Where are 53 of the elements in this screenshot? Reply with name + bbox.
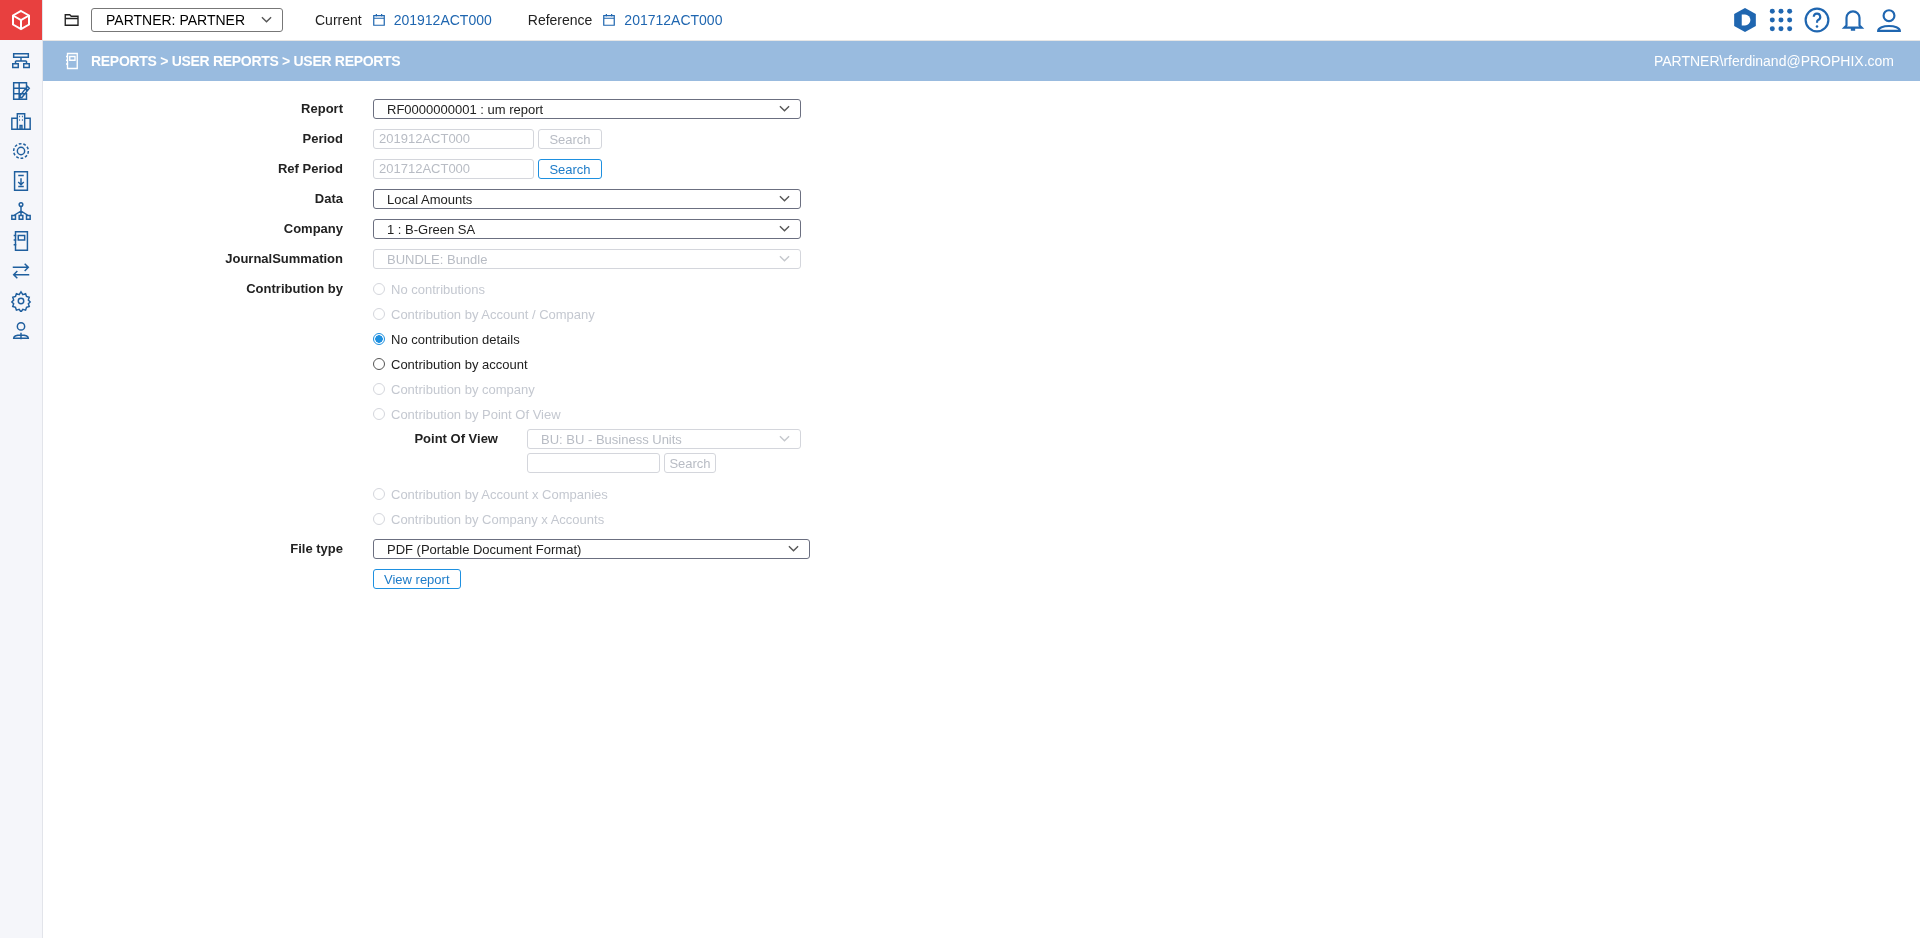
- field-label: Period: [301, 130, 343, 148]
- building-icon[interactable]: [10, 110, 32, 132]
- field-label: Contribution by: [245, 280, 343, 298]
- user-profile-icon[interactable]: [1876, 7, 1902, 33]
- person-icon[interactable]: [10, 320, 32, 342]
- field-label: Company: [282, 220, 343, 238]
- settings-icon[interactable]: [10, 290, 32, 312]
- field-label: Data: [313, 190, 343, 208]
- field-label: Ref Period: [277, 160, 343, 178]
- current-label: Current: [315, 12, 362, 28]
- dropdown-field[interactable]: 1 : B-Green SA: [373, 219, 801, 239]
- chevron-down-icon: [779, 435, 790, 443]
- app-logo[interactable]: [0, 0, 42, 40]
- notification-bell-icon[interactable]: [1840, 7, 1866, 33]
- calendar-icon: [371, 13, 386, 27]
- cube-logo-icon: [10, 9, 32, 31]
- dropdown-field[interactable]: PDF (Portable Document Format): [373, 539, 810, 559]
- user-name: PARTNER\rferdinand@PROPHIX.com: [1653, 53, 1894, 69]
- help-icon[interactable]: [1804, 7, 1830, 33]
- dropdown-field[interactable]: RF0000000001 : um report: [373, 99, 801, 119]
- notebook-icon: [63, 52, 81, 70]
- reference-label: Reference: [527, 12, 593, 28]
- view-report-button[interactable]: View report: [373, 569, 461, 589]
- hexagon-d-icon[interactable]: [1732, 7, 1758, 33]
- search-button[interactable]: Search: [538, 159, 602, 179]
- app-grid-icon[interactable]: [1768, 7, 1794, 33]
- chevron-down-icon: [779, 105, 790, 113]
- breadcrumb: REPORTS > USER REPORTS > USER REPORTS: [91, 53, 401, 69]
- partner-dropdown[interactable]: PARTNER: PARTNER: [91, 8, 283, 32]
- field-label: Point Of View: [413, 430, 498, 448]
- period-input-field[interactable]: 201712ACT000: [373, 159, 534, 179]
- radio-option[interactable]: No contribution details: [373, 329, 813, 349]
- chevron-down-icon: [779, 255, 790, 263]
- tree-icon[interactable]: [10, 200, 32, 222]
- field-label: Report: [300, 100, 343, 118]
- period-input-field[interactable]: 201912ACT000: [373, 129, 534, 149]
- radio-option[interactable]: Contribution by account: [373, 354, 813, 374]
- chevron-down-icon: [788, 545, 799, 553]
- folder-icon[interactable]: [63, 11, 81, 29]
- current-period-link[interactable]: 201912ACT000: [393, 12, 492, 28]
- field-label: JournalSummation: [224, 250, 343, 268]
- chevron-down-icon: [779, 225, 790, 233]
- calendar-icon: [602, 13, 617, 27]
- chevron-down-icon: [261, 16, 272, 24]
- chevron-down-icon: [779, 195, 790, 203]
- transfer-icon[interactable]: [10, 260, 32, 282]
- reference-period-link[interactable]: 201712ACT000: [624, 12, 723, 28]
- radio-button[interactable]: [373, 333, 385, 345]
- field-label: File type: [289, 540, 343, 558]
- gear-icon[interactable]: [10, 140, 32, 162]
- dropdown-field[interactable]: Local Amounts: [373, 189, 801, 209]
- edit-grid-icon[interactable]: [10, 80, 32, 102]
- search-input-field[interactable]: [527, 453, 660, 473]
